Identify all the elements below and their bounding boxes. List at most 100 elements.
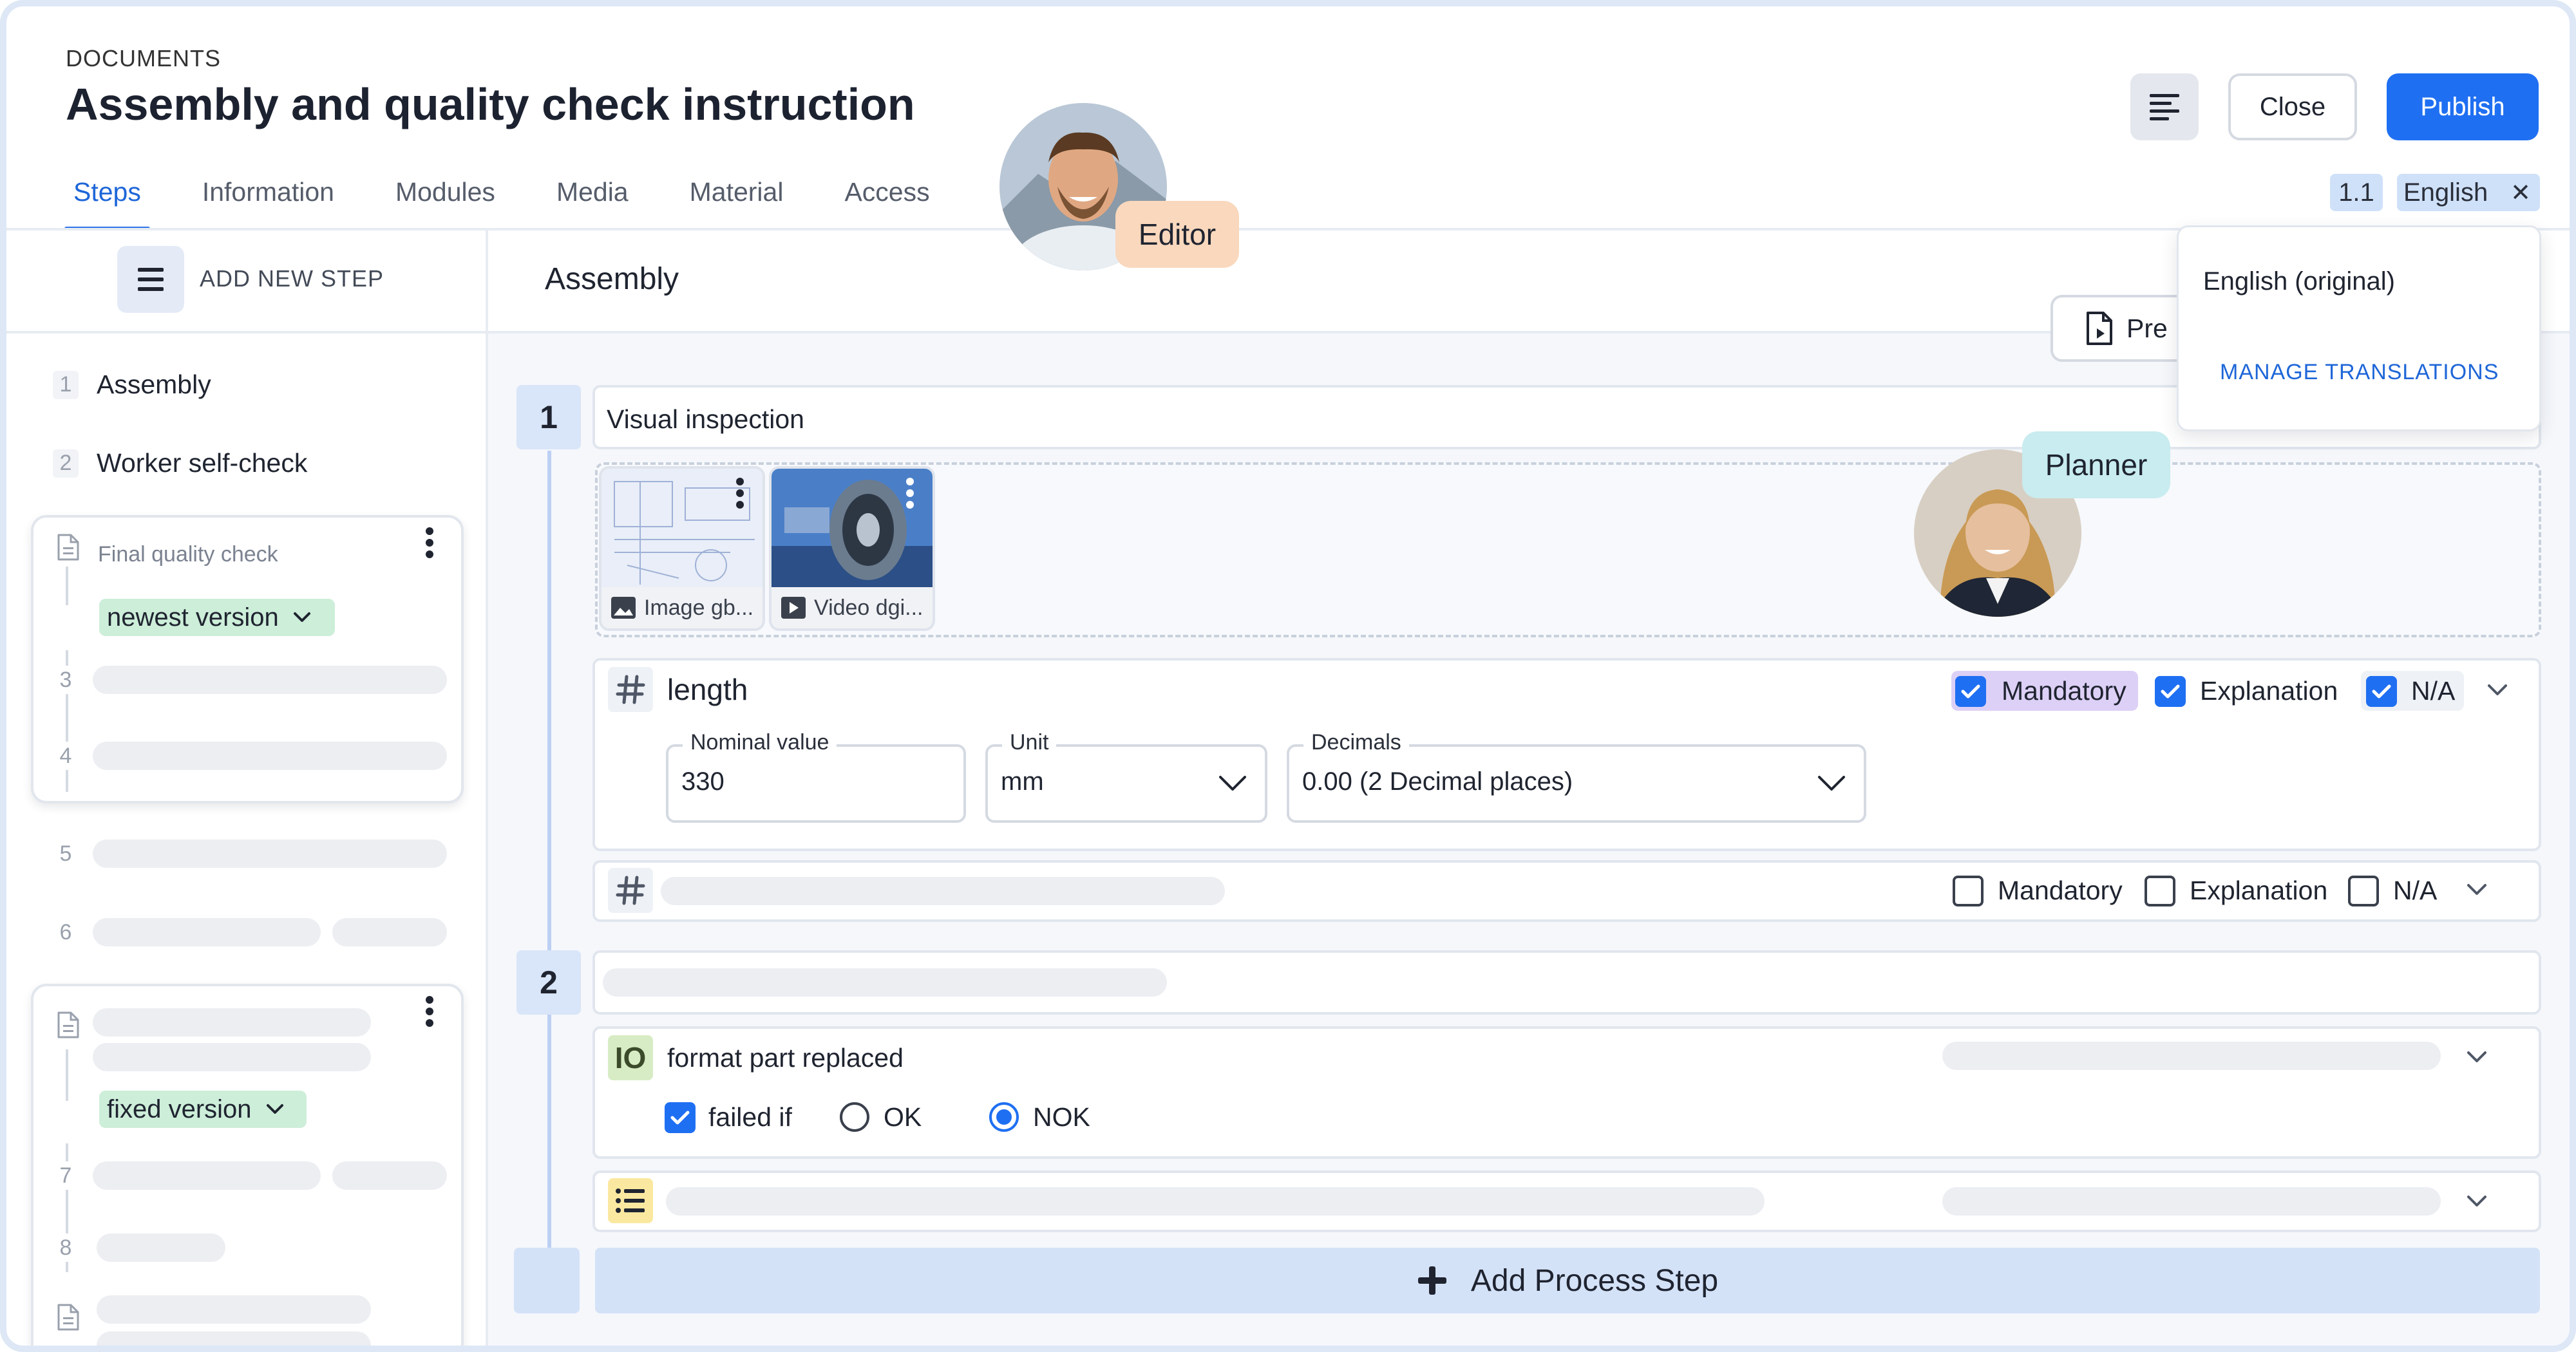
explanation-label: Explanation <box>2200 676 2338 706</box>
publish-button[interactable]: Publish <box>2387 73 2539 140</box>
check-icon <box>1961 684 1980 699</box>
version-dropdown[interactable]: newest version <box>99 599 335 636</box>
add-process-step-button[interactable]: Add Process Step <box>595 1248 2540 1313</box>
tab-material[interactable]: Material <box>681 173 793 230</box>
language-selector[interactable]: English ✕ <box>2397 174 2540 211</box>
na-label: N/A <box>2411 676 2456 706</box>
document-icon <box>57 1304 79 1331</box>
placeholder-line <box>1942 1187 2441 1216</box>
add-process-step-label: Add Process Step <box>1470 1263 1719 1298</box>
tab-steps[interactable]: Steps <box>64 173 150 230</box>
chevron-down-icon[interactable] <box>2467 1195 2487 1208</box>
version-badge[interactable]: 1.1 <box>2330 174 2383 211</box>
ok-label: OK <box>884 1102 922 1132</box>
chevron-down-icon <box>266 1104 283 1114</box>
check-name: length <box>667 673 748 706</box>
placeholder-line <box>332 918 447 946</box>
section-label: DOCUMENTS <box>66 45 221 71</box>
placeholder-line <box>332 1161 447 1190</box>
step-number-badge: 1 <box>516 385 581 449</box>
check-icon <box>2372 684 2391 699</box>
na-checkbox[interactable] <box>2348 876 2379 906</box>
nok-label: NOK <box>1033 1102 1090 1132</box>
sidebar-header-divider <box>6 331 486 333</box>
field-value: 0.00 (2 Decimal places) <box>1302 767 1573 796</box>
nominal-value-field[interactable]: Nominal value 330 <box>666 730 966 823</box>
placeholder-line <box>93 666 447 694</box>
placeholder-line <box>97 1295 371 1324</box>
add-step-label[interactable]: ADD NEW STEP <box>200 265 384 292</box>
placeholder-line <box>97 1234 225 1262</box>
media-thumbnail-image[interactable]: Image gb... <box>599 466 765 631</box>
placeholder-line <box>603 968 1167 997</box>
placeholder-line <box>661 877 1225 905</box>
sidebar-item-worker-self-check[interactable]: 2 Worker self-check <box>53 448 307 478</box>
chevron-down-icon[interactable] <box>2467 883 2487 896</box>
check-name: format part replaced <box>667 1043 904 1073</box>
unit-select[interactable]: Unit mm <box>985 730 1267 823</box>
document-preview-icon <box>2087 312 2112 345</box>
video-icon <box>781 597 806 619</box>
add-step-button[interactable] <box>117 246 184 313</box>
field-value: mm <box>1001 767 1044 796</box>
editor-label: Editor <box>1115 201 1239 268</box>
close-icon[interactable]: ✕ <box>2510 178 2531 207</box>
sidebar-divider <box>486 230 488 1346</box>
media-caption: Image gb... <box>601 587 762 628</box>
tab-information[interactable]: Information <box>193 173 343 230</box>
step-number: 3 <box>53 666 79 694</box>
language-label: English <box>2403 178 2488 207</box>
menu-icon <box>138 268 164 291</box>
more-options-icon[interactable] <box>425 995 434 1028</box>
nok-radio[interactable] <box>989 1102 1019 1132</box>
outline-toggle-button[interactable] <box>2130 73 2199 140</box>
io-icon: IO <box>608 1035 653 1080</box>
field-label: Decimals <box>1303 730 1409 755</box>
chevron-down-icon[interactable] <box>2467 1051 2487 1064</box>
more-options-icon[interactable] <box>905 478 914 509</box>
media-thumbnail-video[interactable]: Video dgi... <box>769 466 935 631</box>
close-button[interactable]: Close <box>2228 73 2357 140</box>
mandatory-checkbox[interactable] <box>1953 876 1984 906</box>
explanation-checkbox[interactable] <box>2155 676 2186 707</box>
placeholder-line <box>93 1008 371 1037</box>
decimals-select[interactable]: Decimals 0.00 (2 Decimal places) <box>1287 730 1866 823</box>
document-icon <box>57 1011 79 1038</box>
step-number: 5 <box>59 841 72 866</box>
tab-access[interactable]: Access <box>835 173 938 230</box>
manage-translations-link[interactable]: MANAGE TRANSLATIONS <box>2220 360 2499 385</box>
step-number: 8 <box>53 1234 79 1262</box>
chevron-down-icon[interactable] <box>2487 684 2508 697</box>
mandatory-checkbox[interactable] <box>1955 676 1986 707</box>
more-options-icon[interactable] <box>735 478 744 509</box>
tab-media[interactable]: Media <box>547 173 638 230</box>
tab-bar: Steps Information Modules Media Material… <box>64 173 982 230</box>
placeholder-line <box>93 742 447 770</box>
tree-line <box>66 1049 68 1101</box>
list-icon <box>608 1178 653 1223</box>
image-icon <box>611 597 636 619</box>
ok-radio[interactable] <box>840 1102 869 1132</box>
na-checkbox[interactable] <box>2366 676 2397 707</box>
version-label: fixed version <box>107 1094 252 1123</box>
hash-icon <box>608 868 653 913</box>
explanation-label: Explanation <box>2190 876 2328 905</box>
sidebar-item-label: Worker self-check <box>97 448 308 478</box>
failed-if-checkbox[interactable] <box>665 1102 696 1133</box>
version-dropdown[interactable]: fixed version <box>99 1091 307 1128</box>
placeholder-line <box>93 918 321 946</box>
more-options-icon[interactable] <box>425 527 434 559</box>
align-left-icon <box>2150 94 2179 120</box>
language-option-original[interactable]: English (original) <box>2203 267 2395 296</box>
placeholder-line <box>97 1331 371 1346</box>
placeholder-line <box>93 1161 321 1190</box>
placeholder-line <box>666 1187 1765 1216</box>
language-menu: English (original) MANAGE TRANSLATIONS <box>2177 225 2541 431</box>
step-number: 4 <box>53 742 79 770</box>
step-number: 2 <box>53 449 79 478</box>
mandatory-label: Mandatory <box>2002 676 2126 706</box>
tab-modules[interactable]: Modules <box>386 173 504 230</box>
sidebar-item-assembly[interactable]: 1 Assembly <box>53 370 211 400</box>
explanation-checkbox[interactable] <box>2145 876 2175 906</box>
check-icon <box>2161 684 2180 699</box>
